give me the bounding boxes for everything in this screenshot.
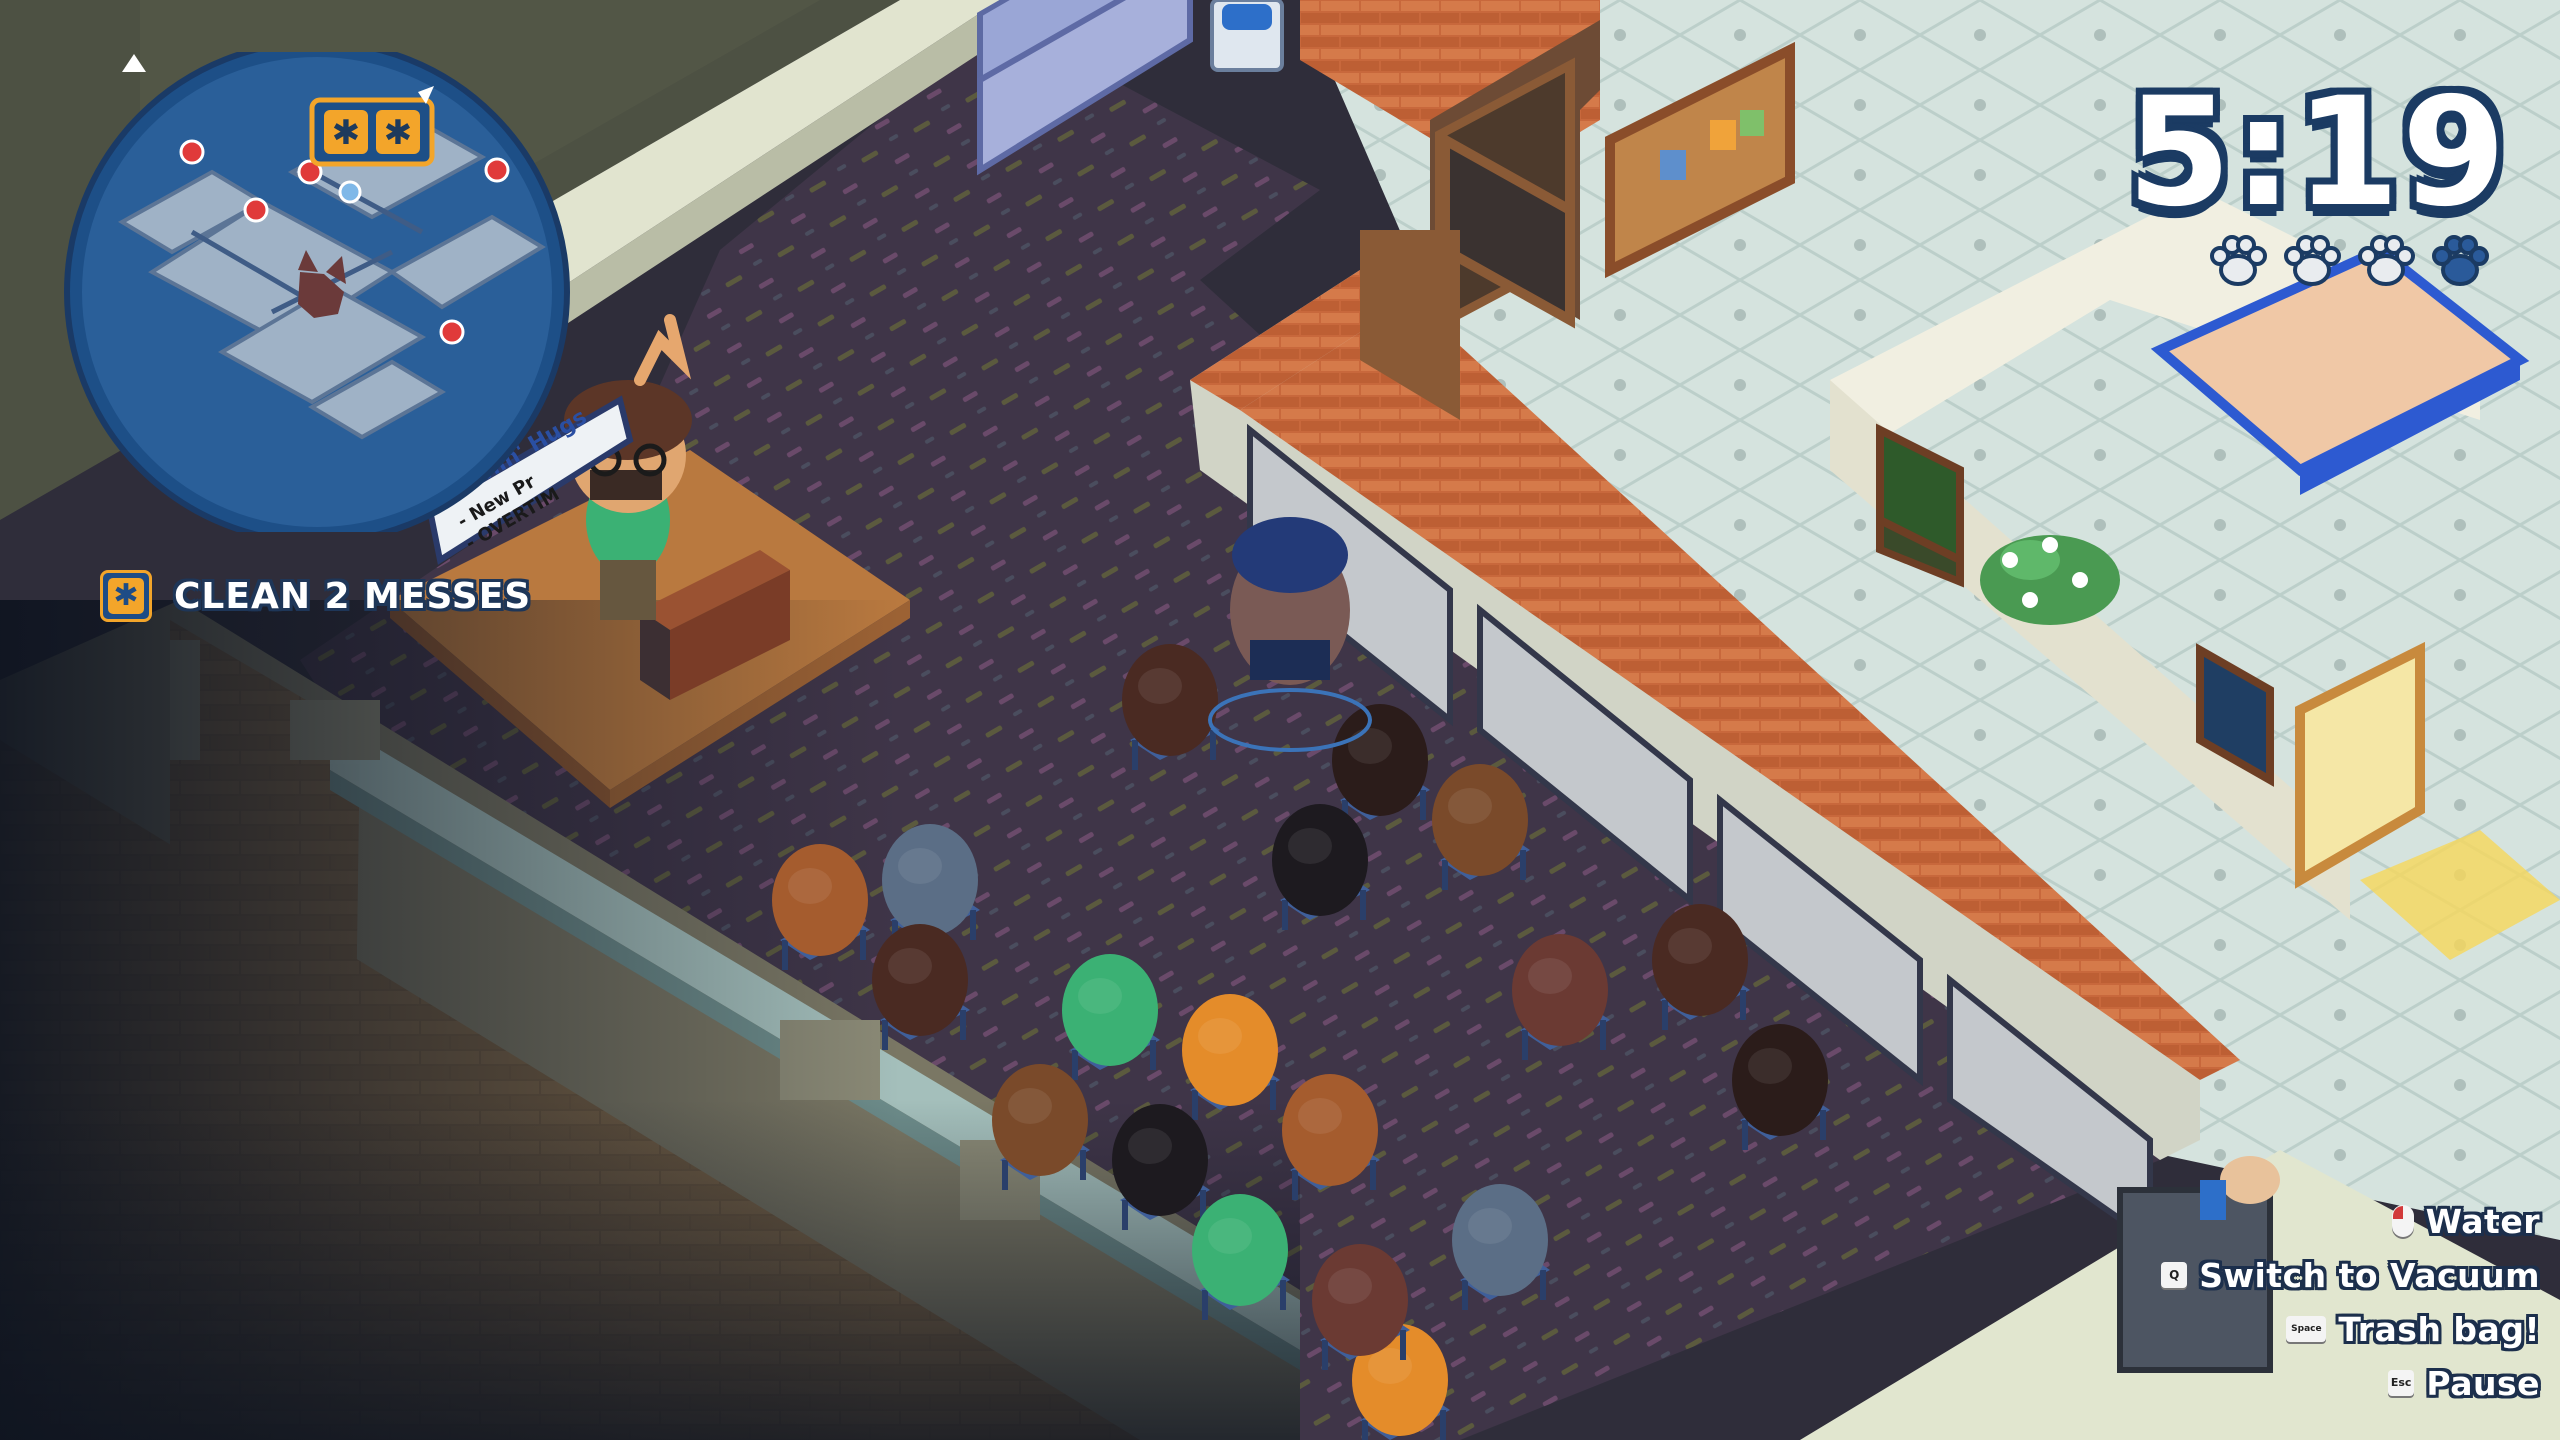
hint-water-label: Water: [2425, 1201, 2540, 1241]
minimap-view-cone: [122, 54, 146, 72]
key-esc: Esc: [2387, 1370, 2415, 1396]
paw-filled-icon: [2358, 235, 2415, 286]
control-hints: Water Q Switch to Vacuum Space Trash bag…: [2020, 1200, 2540, 1404]
hint-switch-label: Switch to Vacuum: [2199, 1255, 2540, 1295]
objective-text: CLEAN 2 MESSES: [174, 575, 532, 617]
key-q: Q: [2161, 1262, 2188, 1288]
hint-pause: Esc Pause: [2387, 1362, 2540, 1404]
hint-trash-label: Trash bag!: [2338, 1309, 2540, 1349]
paw-filled-icon: [2210, 235, 2267, 286]
splat-glyph: ✱: [108, 578, 144, 614]
round-timer: 5:19: [2126, 66, 2508, 240]
mouse-left-icon: [2391, 1205, 2414, 1237]
hint-water: Water: [2391, 1200, 2540, 1242]
key-space: Space: [2286, 1316, 2327, 1342]
mess-splat-icon: ✱: [100, 570, 152, 622]
objective-tracker: ✱ CLEAN 2 MESSES: [100, 566, 531, 626]
hint-switch-vacuum: Q Switch to Vacuum: [2161, 1254, 2540, 1296]
svg-text:✱: ✱: [384, 113, 413, 153]
svg-text:✱: ✱: [332, 113, 361, 153]
hanging-plant: [1980, 535, 2120, 625]
paw-empty-icon: [2432, 235, 2489, 286]
hint-pause-label: Pause: [2426, 1363, 2540, 1403]
minimap: ✱ ✱: [64, 52, 570, 532]
paw-filled-icon: [2284, 235, 2341, 286]
paw-rating: [2206, 232, 2492, 292]
hint-trash-bag: Space Trash bag!: [2286, 1308, 2540, 1350]
